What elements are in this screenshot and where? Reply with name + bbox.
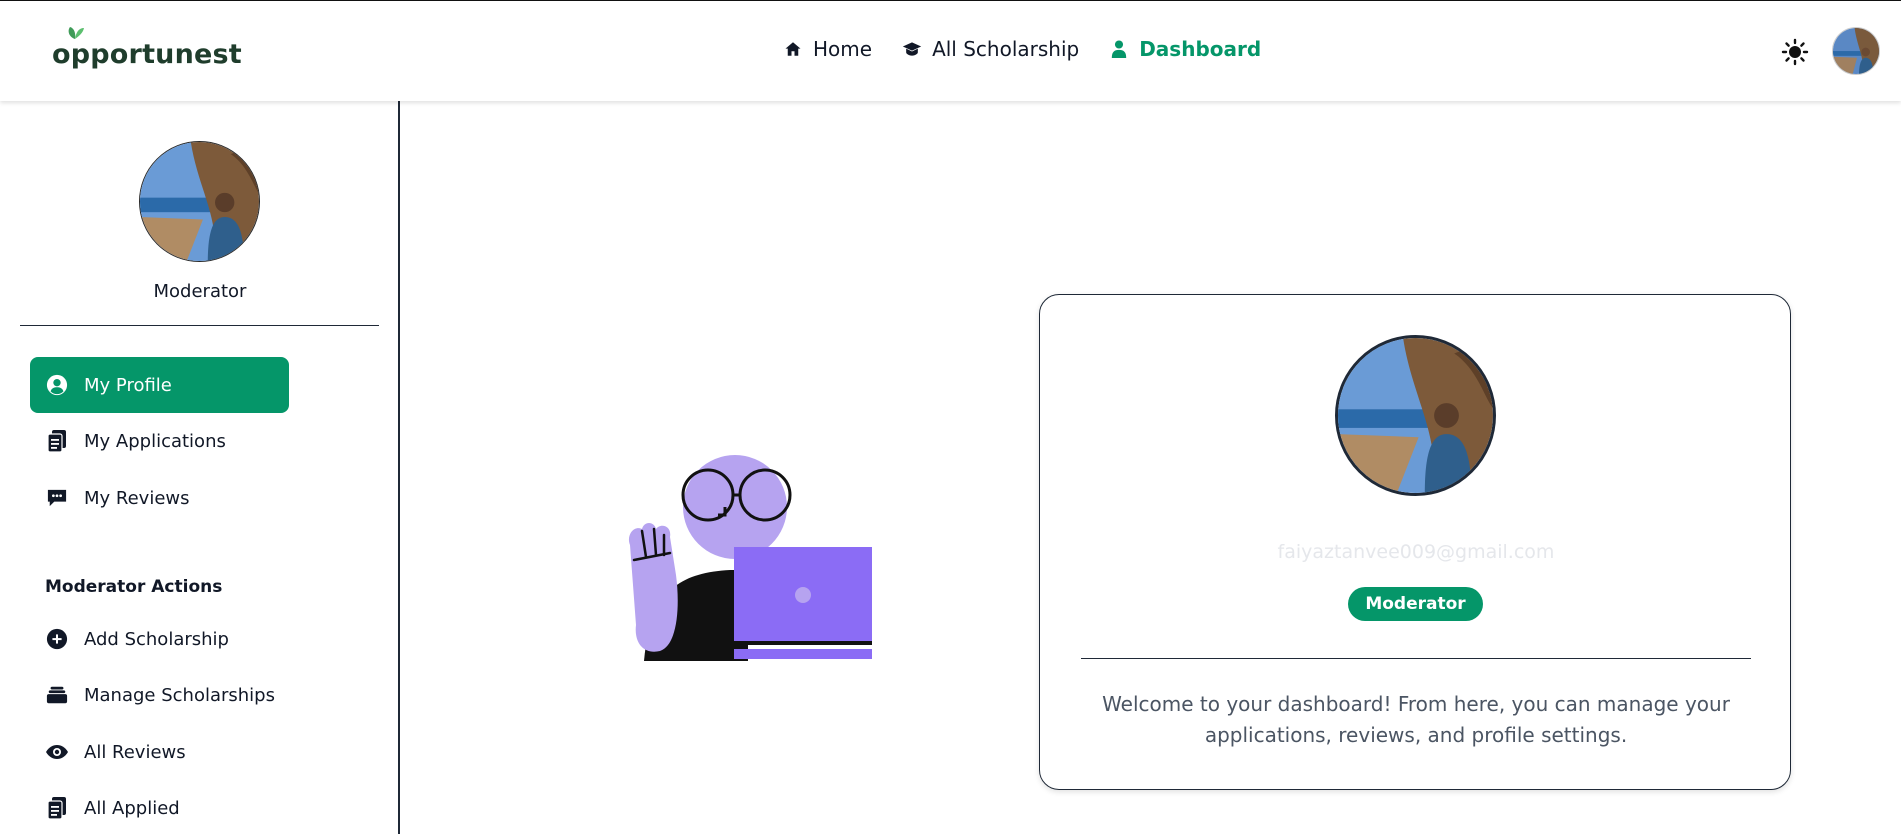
layers-icon — [44, 682, 70, 708]
nav-all-scholarship-label: All Scholarship — [932, 37, 1080, 61]
sidebar: Moderator My Profile My Applications My … — [0, 101, 400, 834]
user-circle-icon — [44, 372, 70, 398]
sidebar-role-label: Moderator — [153, 281, 247, 302]
nav-home-label: Home — [813, 37, 873, 61]
navbar: opportunest Home All Scholarship Dashboa… — [0, 0, 1901, 101]
avatar-photo — [1833, 28, 1879, 74]
home-icon — [783, 39, 803, 59]
sidebar-item-label: All Applied — [84, 797, 180, 819]
user-avatar-button[interactable] — [1832, 27, 1880, 75]
profile-card: faiyaztanvee009@gmail.com Moderator Welc… — [1039, 294, 1791, 790]
plus-circle-icon — [44, 626, 70, 652]
clipboard-icon — [44, 428, 70, 454]
waving-person-illustration — [620, 455, 875, 665]
sidebar-item-manage-scholarships[interactable]: Manage Scholarships — [30, 667, 289, 723]
sidebar-item-label: My Applications — [84, 430, 226, 452]
sidebar-divider — [20, 325, 379, 326]
sidebar-avatar — [139, 141, 260, 262]
sidebar-item-label: Manage Scholarships — [84, 684, 275, 706]
brand-name: opportunest — [52, 38, 242, 70]
comment-icon — [44, 485, 70, 511]
moderator-actions-heading: Moderator Actions — [45, 577, 223, 597]
profile-card-divider — [1081, 658, 1751, 659]
main-nav: Home All Scholarship Dashboard — [783, 37, 1261, 61]
eye-icon — [44, 739, 70, 765]
nav-dashboard-label: Dashboard — [1139, 37, 1262, 61]
user-icon — [1109, 39, 1129, 59]
nav-home-link[interactable]: Home — [783, 37, 872, 61]
sidebar-item-label: My Reviews — [84, 487, 190, 509]
profile-email: faiyaztanvee009@gmail.com — [1277, 541, 1555, 563]
nav-all-scholarship-link[interactable]: All Scholarship — [902, 37, 1079, 61]
clipboard-icon — [44, 795, 70, 821]
theme-toggle-button[interactable] — [1781, 38, 1809, 66]
sidebar-item-label: My Profile — [84, 374, 172, 396]
sidebar-item-label: All Reviews — [84, 741, 186, 763]
sidebar-item-label: Add Scholarship — [84, 628, 229, 650]
graduation-cap-icon — [902, 39, 922, 59]
sidebar-item-all-applied[interactable]: All Applied — [30, 780, 289, 834]
brand-logo[interactable]: opportunest — [52, 27, 242, 77]
sidebar-item-my-reviews[interactable]: My Reviews — [30, 470, 289, 526]
sidebar-item-my-profile[interactable]: My Profile — [30, 357, 289, 413]
sidebar-item-add-scholarship[interactable]: Add Scholarship — [30, 611, 289, 667]
sidebar-item-all-reviews[interactable]: All Reviews — [30, 724, 289, 780]
profile-card-avatar — [1335, 335, 1496, 496]
sun-icon — [1781, 38, 1809, 66]
sidebar-item-my-applications[interactable]: My Applications — [30, 413, 289, 469]
welcome-message: Welcome to your dashboard! From here, yo… — [1102, 692, 1730, 747]
nav-dashboard-link[interactable]: Dashboard — [1109, 37, 1261, 61]
leaf-icon — [68, 27, 84, 39]
role-badge: Moderator — [1348, 587, 1483, 621]
